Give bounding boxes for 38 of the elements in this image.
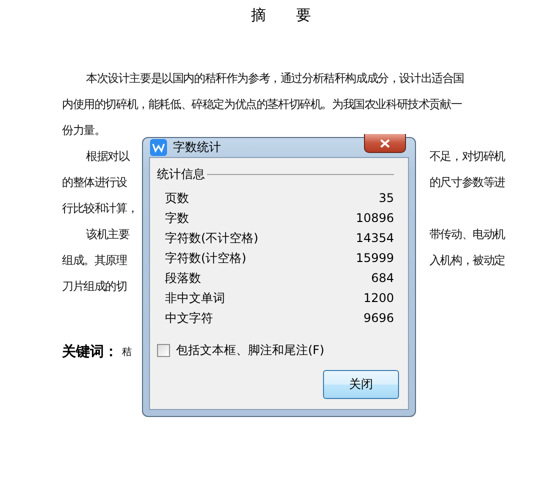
paragraph-line: 刀片组成的切	[62, 278, 127, 294]
close-icon	[380, 138, 390, 148]
paragraph-line: 不足，对切碎机	[429, 148, 505, 164]
stat-value: 1200	[363, 291, 394, 305]
paragraph-line: 带传动、电动机	[429, 226, 505, 242]
stat-value: 9696	[363, 311, 394, 325]
stat-label: 字数	[165, 210, 189, 226]
stat-value: 35	[378, 191, 394, 205]
keywords-text: 秸	[122, 346, 132, 359]
stat-label: 字符数(计空格)	[165, 250, 246, 266]
checkbox[interactable]	[157, 344, 170, 357]
stat-value: 14354	[356, 231, 394, 245]
stat-value: 10896	[356, 211, 394, 225]
paragraph-line: 该机主要	[86, 226, 130, 242]
paragraph-line: 份力量。	[62, 122, 106, 138]
stat-label: 段落数	[165, 270, 201, 286]
stat-value: 15999	[356, 251, 394, 265]
paragraph-line: 入机构，被动定	[429, 252, 505, 268]
stat-label: 非中文单词	[165, 290, 225, 306]
paragraph-line: 本次设计主要是以国内的秸秆作为参考，通过分析秸秆构成成分，设计出适合国	[86, 70, 464, 86]
stat-label: 页数	[165, 190, 189, 206]
paragraph-line: 行比较和计算，	[62, 200, 138, 216]
stat-value: 684	[371, 271, 394, 285]
app-logo-icon	[150, 139, 167, 156]
stat-label: 字符数(不计空格)	[165, 230, 258, 246]
document-title: 摘 要	[250, 6, 312, 25]
keywords-label: 关键词：	[62, 343, 118, 361]
window-title: 字数统计	[173, 139, 222, 156]
paragraph-line: 的整体进行设	[62, 174, 127, 190]
paragraph-line: 内使用的切碎机，能耗低、碎稳定为优点的茎杆切碎机。为我国农业科研技术贡献一	[62, 96, 462, 112]
paragraph-line: 组成。其原理	[62, 252, 127, 268]
paragraph-line: 根据对以	[86, 148, 130, 164]
close-button[interactable]	[364, 134, 406, 153]
checkbox-label: 包括文本框、脚注和尾注(F)	[176, 342, 324, 359]
paragraph-line: 的尺寸参数等进	[429, 174, 505, 190]
close-dialog-button[interactable]: 关闭	[323, 370, 399, 399]
stat-label: 中文字符	[165, 310, 213, 326]
group-title: 统计信息	[157, 166, 205, 183]
